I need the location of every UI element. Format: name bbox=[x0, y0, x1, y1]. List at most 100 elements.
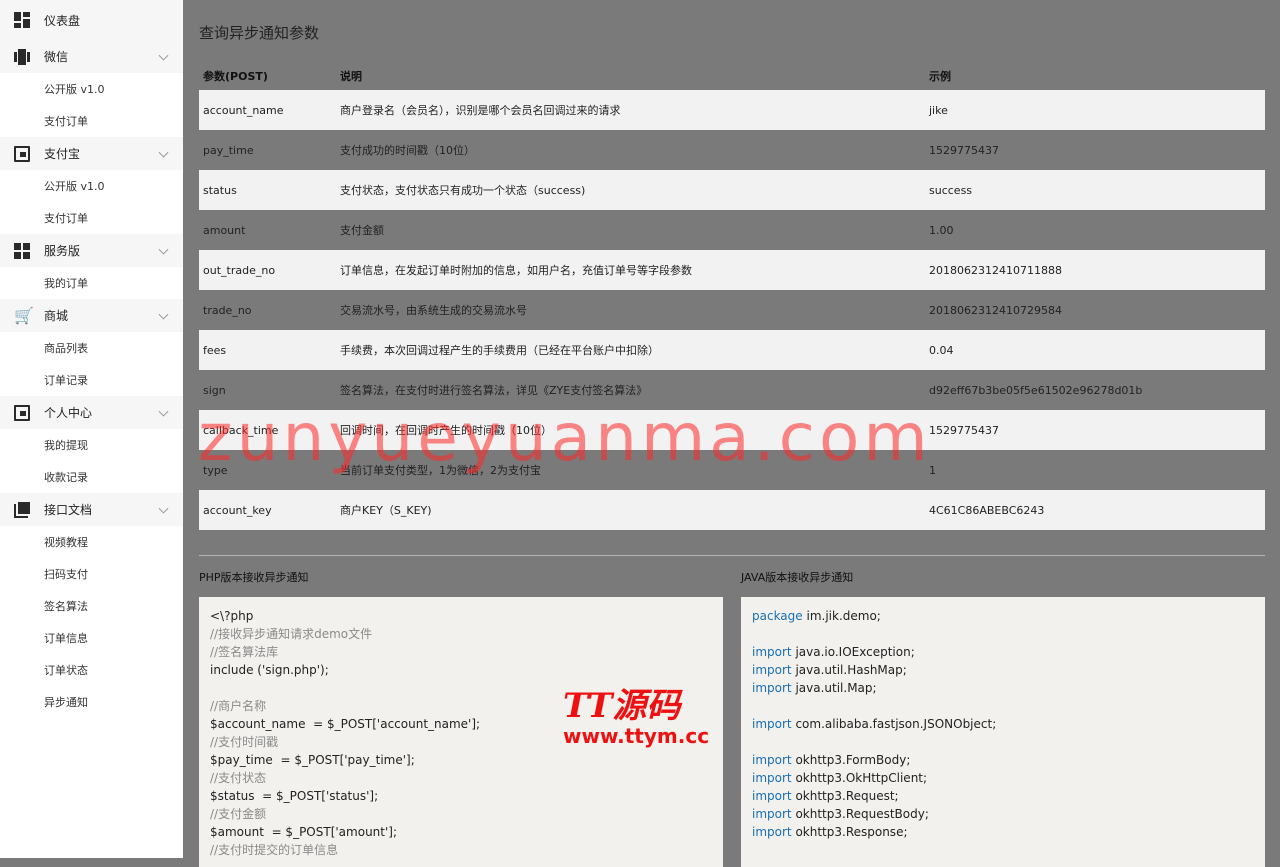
chevron-down-icon bbox=[158, 147, 169, 158]
sidebar: 仪表盘 微信 公开版 v1.0 支付订单 支付宝 公开版 v1.0 支付订单 服… bbox=[0, 0, 183, 858]
column-header: 参数(POST) bbox=[203, 70, 268, 83]
sidebar-group-wechat[interactable]: 微信 bbox=[0, 40, 183, 73]
code-line: include ('sign.php'); bbox=[210, 663, 329, 677]
sidebar-group-label: 微信 bbox=[44, 50, 69, 64]
sidebar-group-service[interactable]: 服务版 bbox=[0, 234, 183, 267]
table-cell: 0.04 bbox=[925, 330, 1265, 370]
code-text: okhttp3.FormBody; bbox=[791, 753, 911, 767]
table-cell: pay_time bbox=[199, 130, 336, 170]
sidebar-item-alipay-orders[interactable]: 支付订单 bbox=[0, 202, 183, 234]
sidebar-group-mall[interactable]: 🛒 商城 bbox=[0, 299, 183, 332]
sidebar-group-alipay[interactable]: 支付宝 bbox=[0, 137, 183, 170]
code-line: import java.io.IOException; bbox=[752, 643, 1265, 661]
sidebar-item-async-notify[interactable]: 异步通知 bbox=[0, 686, 183, 718]
sidebar-group-label: 个人中心 bbox=[44, 406, 93, 420]
table-cell: 签名算法，在支付时进行签名算法，详见《ZYE支付签名算法》 bbox=[336, 370, 925, 410]
table-row: pay_time 支付成功的时间戳（10位） 1529775437 bbox=[199, 130, 1265, 170]
code-line: $account_name = $_POST['account_name']; bbox=[210, 717, 481, 731]
divider bbox=[199, 555, 1265, 556]
table-cell: 2018062312410711888 bbox=[925, 250, 1265, 290]
book-icon bbox=[14, 501, 30, 518]
table-cell: d92eff67b3be05f5e61502e96278d01b bbox=[925, 370, 1265, 410]
code-line: package im.jik.demo; bbox=[752, 607, 1265, 625]
code-line: $pay_time = $_POST['pay_time']; bbox=[210, 753, 415, 767]
php-code-block[interactable]: <\?php //接收异步通知请求demo文件 //签名算法库 include ('s… bbox=[199, 597, 723, 867]
sidebar-item-order-status[interactable]: 订单状态 bbox=[0, 654, 183, 686]
table-row: fees 手续费，本次回调过程产生的手续费用（已经在平台账户中扣除） 0.04 bbox=[199, 330, 1265, 370]
sidebar-item-wechat-public[interactable]: 公开版 v1.0 bbox=[0, 73, 183, 105]
sidebar-item-scan-pay[interactable]: 扫码支付 bbox=[0, 558, 183, 590]
sidebar-item-video[interactable]: 视频教程 bbox=[0, 526, 183, 558]
code-keyword: import bbox=[752, 753, 792, 767]
table-cell: 支付成功的时间戳（10位） bbox=[336, 130, 925, 170]
grid-icon bbox=[14, 242, 30, 259]
code-text: java.util.Map; bbox=[791, 681, 877, 695]
table-cell: out_trade_no bbox=[199, 250, 336, 290]
code-keyword: import bbox=[752, 645, 792, 659]
sidebar-item-label: 仪表盘 bbox=[44, 13, 81, 28]
table-cell: fees bbox=[199, 330, 336, 370]
sidebar-item-product-list[interactable]: 商品列表 bbox=[0, 332, 183, 364]
table-row: type 当前订单支付类型，1为微信，2为支付宝 1 bbox=[199, 450, 1265, 490]
java-section-title: JAVA版本接收异步通知 bbox=[741, 571, 854, 584]
table-cell: jike bbox=[925, 90, 1265, 130]
code-line: import okhttp3.OkHttpClient; bbox=[752, 769, 1265, 787]
table-cell: success bbox=[925, 170, 1265, 210]
table-cell: 当前订单支付类型，1为微信，2为支付宝 bbox=[336, 450, 925, 490]
code-text: okhttp3.Request; bbox=[791, 789, 899, 803]
code-line: <\?php bbox=[210, 609, 254, 623]
sidebar-item-dashboard[interactable]: 仪表盘 bbox=[0, 0, 183, 40]
sidebar-group-label: 接口文档 bbox=[44, 503, 93, 517]
chevron-down-icon bbox=[158, 244, 169, 255]
code-line: import okhttp3.FormBody; bbox=[752, 751, 1265, 769]
cart-icon: 🛒 bbox=[14, 305, 34, 325]
chevron-down-icon bbox=[158, 309, 169, 320]
table-row: callback_time 回调时间，在回调时产生的时间戳（10位） 1529775… bbox=[199, 410, 1265, 450]
sidebar-item-receipts[interactable]: 收款记录 bbox=[0, 461, 183, 493]
chevron-down-icon bbox=[158, 503, 169, 514]
sidebar-item-order-info[interactable]: 订单信息 bbox=[0, 622, 183, 654]
table-cell: 商户KEY（S_KEY) bbox=[336, 490, 925, 530]
php-section-title: PHP版本接收异步通知 bbox=[199, 571, 309, 584]
table-row: out_trade_no 订单信息，在发起订单时附加的信息，如用户名，充值订单号等… bbox=[199, 250, 1265, 290]
code-keyword: import bbox=[752, 663, 792, 677]
sidebar-group-label: 服务版 bbox=[44, 244, 81, 258]
sidebar-group-label: 商城 bbox=[44, 309, 69, 323]
sidebar-group-personal[interactable]: 个人中心 bbox=[0, 396, 183, 429]
code-text: com.alibaba.fastjson.JSONObject; bbox=[791, 717, 997, 731]
column-header: 示例 bbox=[929, 70, 951, 83]
code-line: import okhttp3.Request; bbox=[752, 787, 1265, 805]
dashboard-icon bbox=[14, 12, 30, 28]
table-cell: trade_no bbox=[199, 290, 336, 330]
table-cell: 1.00 bbox=[925, 210, 1265, 250]
sidebar-item-withdrawals[interactable]: 我的提现 bbox=[0, 429, 183, 461]
wallet-icon bbox=[14, 404, 30, 421]
table-row: account_name 商户登录名（会员名），识别是哪个会员名回调过来的请求 ji… bbox=[199, 90, 1265, 130]
code-keyword: import bbox=[752, 681, 792, 695]
code-line: //接收异步通知请求demo文件 bbox=[210, 627, 373, 641]
code-keyword: import bbox=[752, 807, 792, 821]
table-cell: 订单信息，在发起订单时附加的信息，如用户名，充值订单号等字段参数 bbox=[336, 250, 925, 290]
sidebar-item-sign-algo[interactable]: 签名算法 bbox=[0, 590, 183, 622]
java-code-block[interactable]: package im.jik.demo; import java.io.IOExc… bbox=[741, 597, 1265, 867]
sidebar-item-order-records[interactable]: 订单记录 bbox=[0, 364, 183, 396]
code-line: //支付时间戳 bbox=[210, 735, 279, 749]
code-line: //支付时提交的订单信息 bbox=[210, 843, 339, 857]
sidebar-item-wechat-orders[interactable]: 支付订单 bbox=[0, 105, 183, 137]
sidebar-item-my-orders[interactable]: 我的订单 bbox=[0, 267, 183, 299]
code-line: import okhttp3.Response; bbox=[752, 823, 1265, 841]
table-cell: sign bbox=[199, 370, 336, 410]
sidebar-item-alipay-public[interactable]: 公开版 v1.0 bbox=[0, 170, 183, 202]
code-keyword: import bbox=[752, 717, 792, 731]
table-cell: type bbox=[199, 450, 336, 490]
code-line: $amount = $_POST['amount']; bbox=[210, 825, 398, 839]
table-row: sign 签名算法，在支付时进行签名算法，详见《ZYE支付签名算法》 d92eff6… bbox=[199, 370, 1265, 410]
wallet-icon bbox=[14, 145, 30, 162]
chevron-down-icon bbox=[158, 50, 169, 61]
table-row: amount 支付金额 1.00 bbox=[199, 210, 1265, 250]
code-keyword: import bbox=[752, 789, 792, 803]
sidebar-group-api-docs[interactable]: 接口文档 bbox=[0, 493, 183, 526]
